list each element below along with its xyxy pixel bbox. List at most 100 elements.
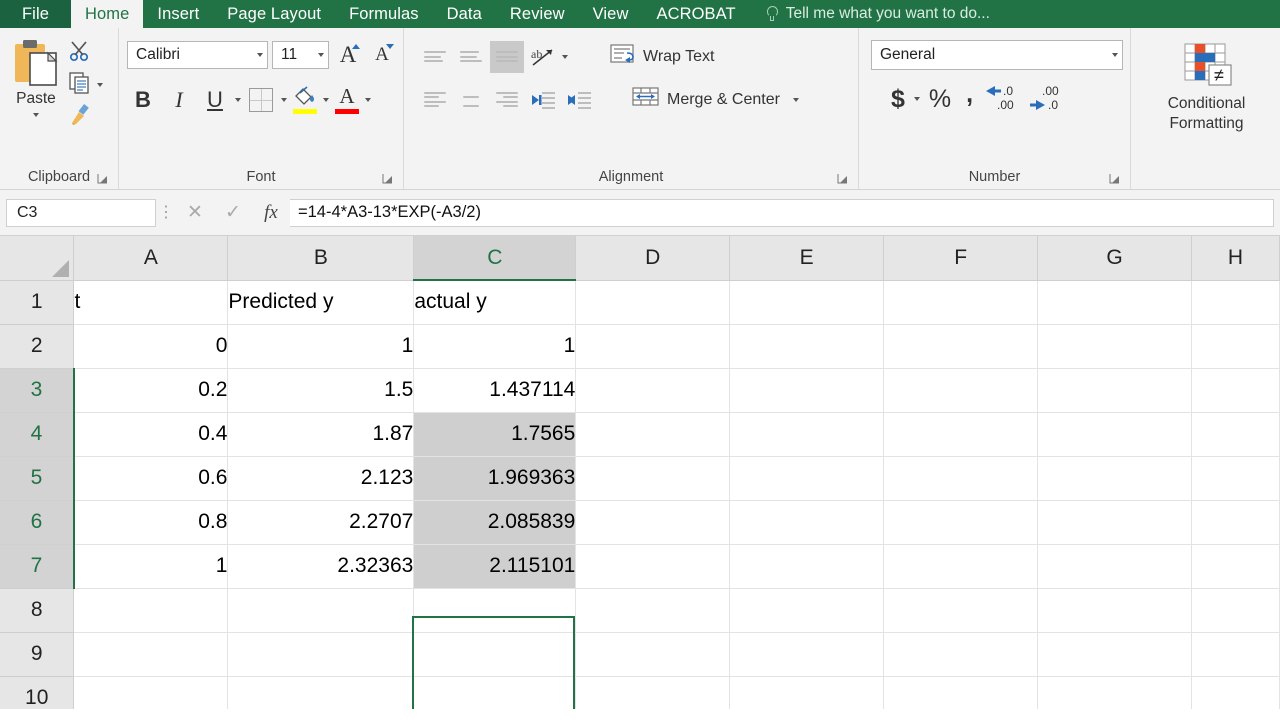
tab-review[interactable]: Review (496, 0, 579, 28)
tab-acrobat[interactable]: ACROBAT (642, 0, 749, 28)
cell-D9[interactable] (575, 632, 731, 677)
cell-F3[interactable] (883, 368, 1039, 413)
cell-B5[interactable]: 2.123 (227, 456, 415, 501)
cell-H10[interactable] (1191, 676, 1280, 709)
font-name-combo[interactable]: Calibri (127, 41, 268, 69)
tab-page-layout[interactable]: Page Layout (213, 0, 335, 28)
cell-D6[interactable] (575, 500, 731, 545)
cell-H6[interactable] (1191, 500, 1280, 545)
tell-me-search[interactable]: Tell me what you want to do... (750, 0, 990, 28)
cell-C2[interactable]: 1 (413, 324, 577, 369)
cell-C8[interactable] (413, 588, 577, 633)
cell-H9[interactable] (1191, 632, 1280, 677)
borders-chevron-down-icon[interactable] (281, 98, 287, 102)
cell-B9[interactable] (227, 632, 415, 677)
tab-insert[interactable]: Insert (143, 0, 213, 28)
cell-B4[interactable]: 1.87 (227, 412, 415, 457)
tab-home[interactable]: Home (71, 0, 144, 28)
cell-A4[interactable]: 0.4 (73, 412, 229, 457)
row-header-7[interactable]: 7 (0, 544, 75, 589)
cell-A9[interactable] (73, 632, 229, 677)
column-header-h[interactable]: H (1191, 236, 1280, 281)
cell-H3[interactable] (1191, 368, 1280, 413)
decrease-decimal-button[interactable]: .00 .0 (1027, 82, 1069, 116)
orientation-chevron-down-icon[interactable] (562, 54, 568, 59)
cell-E3[interactable] (729, 368, 885, 413)
comma-style-button[interactable]: , (960, 80, 979, 116)
font-size-chevron-down-icon[interactable] (318, 53, 324, 57)
cell-A6[interactable]: 0.8 (73, 500, 229, 545)
number-format-combo[interactable]: General (871, 40, 1123, 70)
cell-E10[interactable] (729, 676, 885, 709)
cell-H5[interactable] (1191, 456, 1280, 501)
font-size-combo[interactable]: 11 (272, 41, 329, 69)
font-name-chevron-down-icon[interactable] (257, 53, 263, 57)
tab-view[interactable]: View (579, 0, 643, 28)
cell-C9[interactable] (413, 632, 577, 677)
format-painter-button[interactable] (68, 103, 103, 130)
cell-B6[interactable]: 2.2707 (227, 500, 415, 545)
font-color-chevron-down-icon[interactable] (365, 98, 371, 102)
increase-decimal-button[interactable]: .0 .00 (982, 82, 1024, 116)
cell-G6[interactable] (1037, 500, 1192, 545)
cell-E7[interactable] (729, 544, 885, 589)
cancel-entry-button[interactable]: ✕ (176, 199, 214, 227)
cell-F4[interactable] (883, 412, 1039, 457)
tab-data[interactable]: Data (433, 0, 496, 28)
align-right-button[interactable] (490, 84, 524, 116)
row-header-6[interactable]: 6 (0, 500, 75, 545)
cell-C6[interactable]: 2.085839 (413, 500, 577, 545)
underline-chevron-down-icon[interactable] (235, 98, 241, 102)
clipboard-dialog-launcher[interactable] (97, 173, 108, 184)
row-header-10[interactable]: 10 (0, 676, 75, 709)
percent-button[interactable]: % (923, 82, 957, 116)
cell-E4[interactable] (729, 412, 885, 457)
cell-D10[interactable] (575, 676, 731, 709)
cell-A1[interactable]: t (73, 280, 229, 325)
cell-G7[interactable] (1037, 544, 1192, 589)
cell-B3[interactable]: 1.5 (227, 368, 415, 413)
cell-C7[interactable]: 2.115101 (413, 544, 577, 589)
cell-F5[interactable] (883, 456, 1039, 501)
cell-A8[interactable] (73, 588, 229, 633)
copy-chevron-down-icon[interactable] (97, 83, 103, 87)
confirm-entry-button[interactable]: ✓ (214, 199, 252, 227)
cell-C10[interactable] (413, 676, 577, 709)
italic-button[interactable]: I (163, 84, 195, 116)
cell-H8[interactable] (1191, 588, 1280, 633)
formula-bar-handle[interactable]: ⋮ (156, 204, 176, 220)
cell-G1[interactable] (1037, 280, 1192, 325)
increase-indent-button[interactable] (562, 84, 596, 116)
cell-H1[interactable] (1191, 280, 1280, 325)
cell-F1[interactable] (883, 280, 1039, 325)
select-all-corner[interactable] (0, 236, 75, 281)
cell-E5[interactable] (729, 456, 885, 501)
merge-center-chevron-down-icon[interactable] (792, 97, 799, 102)
cell-E6[interactable] (729, 500, 885, 545)
insert-function-button[interactable]: fx (252, 199, 290, 227)
cell-D8[interactable] (575, 588, 731, 633)
cell-G8[interactable] (1037, 588, 1192, 633)
currency-chevron-down-icon[interactable] (913, 97, 920, 101)
merge-center-button[interactable]: Merge & Center (626, 83, 805, 116)
cell-G10[interactable] (1037, 676, 1192, 709)
number-dialog-launcher[interactable] (1109, 173, 1120, 184)
column-header-a[interactable]: A (73, 236, 229, 281)
tab-formulas[interactable]: Formulas (335, 0, 433, 28)
copy-button[interactable] (68, 71, 103, 98)
cell-F7[interactable] (883, 544, 1039, 589)
cell-C1[interactable]: actual y (413, 280, 577, 325)
cell-F6[interactable] (883, 500, 1039, 545)
conditional-formatting-button[interactable]: ≠ Conditional Formatting (1139, 34, 1274, 134)
cell-A7[interactable]: 1 (73, 544, 229, 589)
cell-G2[interactable] (1037, 324, 1192, 369)
tab-file[interactable]: File (0, 0, 71, 28)
cell-E9[interactable] (729, 632, 885, 677)
paste-chevron-down-icon[interactable] (33, 113, 39, 117)
increase-font-size-button[interactable]: A (333, 40, 363, 70)
borders-button[interactable] (245, 84, 277, 116)
cell-F8[interactable] (883, 588, 1039, 633)
cell-H2[interactable] (1191, 324, 1280, 369)
cell-G5[interactable] (1037, 456, 1192, 501)
cell-E2[interactable] (729, 324, 885, 369)
